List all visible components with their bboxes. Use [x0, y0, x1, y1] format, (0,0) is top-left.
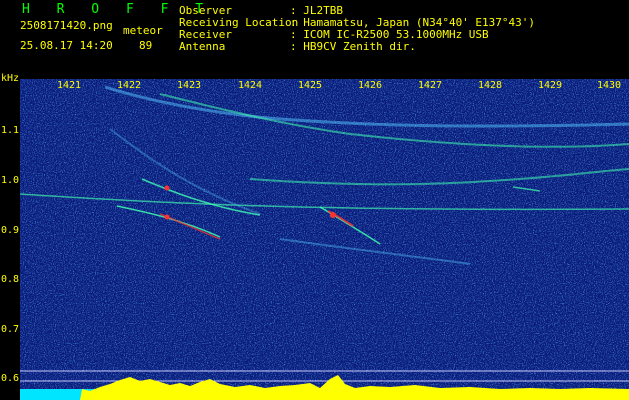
x-tick-label: 1421: [56, 80, 82, 91]
y-tick-label: 1.1: [1, 125, 20, 136]
y-tick-label: 0.8: [1, 274, 20, 285]
x-tick-label: 1427: [417, 80, 443, 91]
meteor-count: 89: [139, 39, 153, 52]
x-tick-label: 1423: [176, 80, 202, 91]
datetime: 25.08.17 14:20: [20, 39, 113, 52]
x-tick-label: 1426: [357, 80, 383, 91]
antenna-label: Antenna: [179, 40, 226, 53]
x-tick-label: 1425: [297, 80, 323, 91]
antenna-value: : HB9CV Zenith dir.: [290, 40, 416, 53]
y-axis-unit: kHz: [1, 73, 20, 84]
y-tick-label: 1.0: [1, 175, 20, 186]
filename: 2508171420.png: [20, 19, 113, 32]
x-tick-label: 1422: [116, 80, 142, 91]
mode-label: meteor: [123, 24, 163, 37]
x-tick-label: 1429: [537, 80, 563, 91]
x-tick-label: 1430: [596, 80, 622, 91]
x-tick-label: 1424: [237, 80, 263, 91]
meteor-head: [164, 185, 170, 191]
y-tick-label: 0.6: [1, 373, 20, 384]
y-tick-label: 0.9: [1, 225, 20, 236]
meteor-head: [164, 214, 170, 220]
spectrogram: [20, 79, 629, 400]
meteor-head: [330, 212, 336, 218]
y-tick-label: 0.7: [1, 324, 20, 335]
x-tick-label: 1428: [477, 80, 503, 91]
